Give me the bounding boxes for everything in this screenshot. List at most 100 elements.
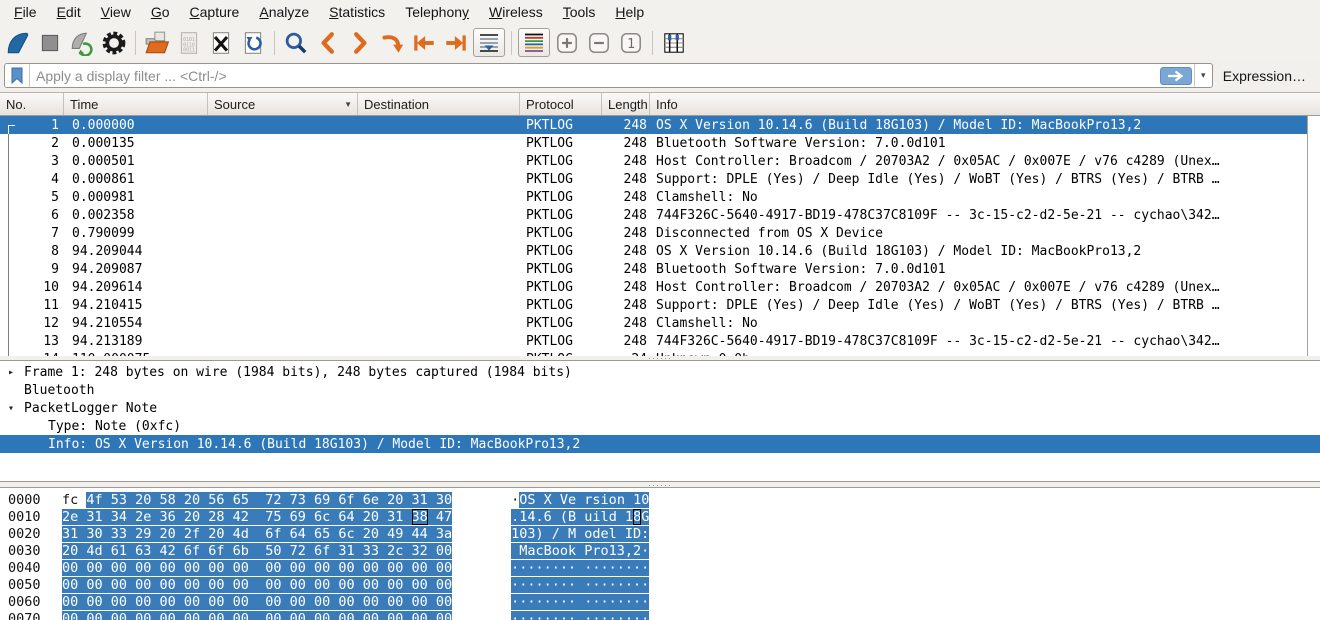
packet-cell-time: 94.210415 <box>64 296 208 314</box>
detail-row[interactable]: ▸Frame 1: 248 bytes on wire (1984 bits),… <box>0 363 1320 381</box>
packet-row[interactable]: 70.790099PKTLOG248Disconnected from OS X… <box>0 224 1307 242</box>
splitter-grip-icon: ······ <box>648 483 672 487</box>
packet-cell-src <box>208 260 358 278</box>
capture-options-button[interactable] <box>99 28 129 58</box>
next-packet-button[interactable] <box>345 28 375 58</box>
start-capture-button[interactable] <box>3 28 33 58</box>
menu-telephony[interactable]: Telephony <box>395 1 479 24</box>
hex-highlighted: ········ ········ <box>511 594 649 610</box>
menu-tools[interactable]: Tools <box>553 1 606 24</box>
hex-row[interactable]: 006000 00 00 00 00 00 00 00 00 00 00 00 … <box>0 593 1320 610</box>
menu-file[interactable]: File <box>4 1 47 24</box>
menu-go[interactable]: Go <box>141 1 180 24</box>
apply-filter-button[interactable] <box>1160 67 1192 85</box>
packet-row[interactable]: 60.002358PKTLOG248744F326C-5640-4917-BD1… <box>0 206 1307 224</box>
first-packet-button[interactable] <box>409 28 439 58</box>
menu-view[interactable]: View <box>91 1 141 24</box>
expression-button[interactable]: Expression… <box>1221 68 1314 84</box>
packet-row[interactable]: 994.209087PKTLOG248Bluetooth Software Ve… <box>0 260 1307 278</box>
menu-analyze[interactable]: Analyze <box>249 1 319 24</box>
find-packet-icon <box>283 30 309 56</box>
hex-highlighted: ········ ········ <box>511 611 649 620</box>
packet-cell-info: Support: DPLE (Yes) / Deep Idle (Yes) / … <box>650 170 1307 188</box>
stop-capture-icon <box>37 30 63 56</box>
column-header-info[interactable]: Info <box>650 93 1320 115</box>
hex-row[interactable]: 004000 00 00 00 00 00 00 00 00 00 00 00 … <box>0 559 1320 576</box>
packet-cell-dst <box>358 116 520 134</box>
display-filter-input[interactable] <box>30 68 1160 84</box>
zoom-out-button[interactable] <box>584 28 614 58</box>
hex-bytes: 2e 31 34 2e 36 20 28 42 75 69 6c 64 20 3… <box>62 509 452 525</box>
packet-row[interactable]: 50.000981PKTLOG248Clamshell: No <box>0 188 1307 206</box>
detail-row[interactable]: Info: OS X Version 10.14.6 (Build 18G103… <box>0 435 1320 453</box>
column-dropdown-icon[interactable]: ▼ <box>344 100 352 109</box>
save-file-button[interactable]: 010101100011 <box>174 28 204 58</box>
stop-capture-button[interactable] <box>35 28 65 58</box>
packet-row[interactable]: 1294.210554PKTLOG248Clamshell: No <box>0 314 1307 332</box>
filter-dropdown-button[interactable]: ▾ <box>1194 64 1212 87</box>
normal-size-button[interactable]: 1 <box>616 28 646 58</box>
packet-row[interactable]: 1194.210415PKTLOG248Support: DPLE (Yes) … <box>0 296 1307 314</box>
packet-cell-time: 94.209044 <box>64 242 208 260</box>
zoom-in-button[interactable] <box>552 28 582 58</box>
packet-cell-proto: PKTLOG <box>520 332 602 350</box>
hex-row[interactable]: 007000 00 00 00 00 00 00 00 00 00 00 00 … <box>0 610 1320 620</box>
packet-cell-len: 248 <box>602 278 650 296</box>
packet-row[interactable]: 1094.209614PKTLOG248Host Controller: Bro… <box>0 278 1307 296</box>
resize-columns-button[interactable] <box>659 28 689 58</box>
menu-wireless[interactable]: Wireless <box>479 1 553 24</box>
packet-cell-dst <box>358 188 520 206</box>
hex-offset: 0050 <box>0 577 40 593</box>
packet-row[interactable]: 30.000501PKTLOG248Host Controller: Broad… <box>0 152 1307 170</box>
detail-row[interactable]: Type: Note (0xfc) <box>0 417 1320 435</box>
column-header-source[interactable]: Source▼ <box>208 93 358 115</box>
packet-row[interactable]: 10.000000PKTLOG248OS X Version 10.14.6 (… <box>0 116 1307 134</box>
filter-bookmark-button[interactable] <box>5 64 30 87</box>
reload-file-button[interactable] <box>238 28 268 58</box>
display-filter-box[interactable]: ▾ <box>4 63 1213 88</box>
restart-capture-button[interactable] <box>67 28 97 58</box>
menu-capture[interactable]: Capture <box>180 1 250 24</box>
bookmark-icon <box>10 67 24 84</box>
hex-ascii: ········ ········ <box>511 611 649 620</box>
packet-row[interactable]: 40.000861PKTLOG248Support: DPLE (Yes) / … <box>0 170 1307 188</box>
related-packet-line <box>8 152 15 170</box>
packet-row[interactable]: 20.000135PKTLOG248Bluetooth Software Ver… <box>0 134 1307 152</box>
menu-edit[interactable]: Edit <box>47 1 91 24</box>
detail-row[interactable]: ▾PacketLogger Note <box>0 399 1320 417</box>
hex-ascii: .14.6 (B uild 18G <box>511 509 649 525</box>
packet-row[interactable]: 1394.213189PKTLOG248744F326C-5640-4917-B… <box>0 332 1307 350</box>
close-file-button[interactable] <box>206 28 236 58</box>
hex-highlighted: 00 00 00 00 00 00 00 00 00 00 00 00 00 0… <box>62 594 452 610</box>
column-header-dest[interactable]: Destination <box>358 93 520 115</box>
colorize-packets-button[interactable] <box>518 28 550 57</box>
packet-cell-src <box>208 206 358 224</box>
packet-list-scrollbar[interactable] <box>1307 116 1320 356</box>
hex-row[interactable]: 00102e 31 34 2e 36 20 28 42 75 69 6c 64 … <box>0 508 1320 525</box>
colorize-packets-icon <box>521 31 547 55</box>
hex-row[interactable]: 003020 4d 61 63 42 6f 6f 6b 50 72 6f 31 … <box>0 542 1320 559</box>
go-to-packet-button[interactable] <box>377 28 407 58</box>
detail-row[interactable]: Bluetooth <box>0 381 1320 399</box>
column-header-len[interactable]: Length <box>602 93 650 115</box>
last-packet-button[interactable] <box>441 28 471 58</box>
previous-packet-button[interactable] <box>313 28 343 58</box>
hex-row[interactable]: 005000 00 00 00 00 00 00 00 00 00 00 00 … <box>0 576 1320 593</box>
column-header-proto[interactable]: Protocol <box>520 93 602 115</box>
auto-scroll-button[interactable] <box>473 28 505 57</box>
menu-statistics[interactable]: Statistics <box>319 1 395 24</box>
expander-open-icon[interactable]: ▾ <box>0 403 24 414</box>
find-packet-button[interactable] <box>281 28 311 58</box>
hex-row[interactable]: 0000fc 4f 53 20 58 20 56 65 72 73 69 6f … <box>0 491 1320 508</box>
column-header-no[interactable]: No. <box>0 93 64 115</box>
hex-bytes: fc 4f 53 20 58 20 56 65 72 73 69 6f 6e 2… <box>62 492 452 508</box>
packet-row[interactable]: 894.209044PKTLOG248OS X Version 10.14.6 … <box>0 242 1307 260</box>
related-packet-line <box>8 134 15 152</box>
hex-ascii: ········ ········ <box>511 577 649 593</box>
column-header-time[interactable]: Time <box>64 93 208 115</box>
packet-cell-proto: PKTLOG <box>520 260 602 278</box>
hex-row[interactable]: 002031 30 33 29 20 2f 20 4d 6f 64 65 6c … <box>0 525 1320 542</box>
expander-closed-icon[interactable]: ▸ <box>0 367 24 378</box>
open-file-button[interactable] <box>142 28 172 58</box>
menu-help[interactable]: Help <box>605 1 654 24</box>
